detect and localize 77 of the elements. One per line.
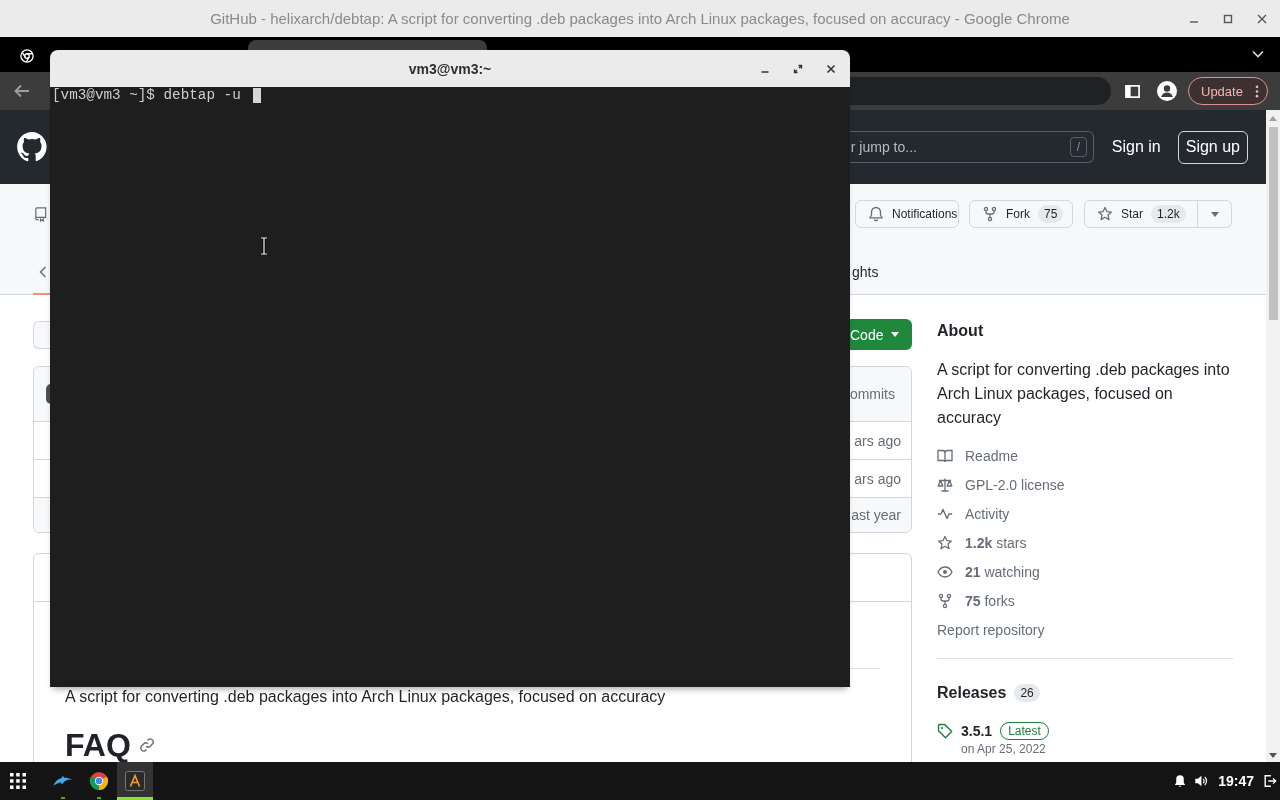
clock[interactable]: 19:47 bbox=[1218, 773, 1254, 789]
repo-icon bbox=[33, 206, 48, 222]
scroll-down-icon[interactable] bbox=[1269, 753, 1277, 758]
update-button[interactable]: Update bbox=[1188, 77, 1268, 105]
back-arrow-icon[interactable] bbox=[14, 83, 30, 99]
file-date: ars ago bbox=[854, 470, 901, 487]
app-grid-icon[interactable] bbox=[10, 773, 26, 789]
bell-icon[interactable] bbox=[1173, 774, 1188, 788]
star-icon bbox=[937, 535, 953, 551]
chevron-down-icon[interactable] bbox=[1252, 50, 1264, 58]
sign-in-link[interactable]: Sign in bbox=[1111, 138, 1161, 156]
close-icon[interactable] bbox=[826, 63, 836, 74]
section-heading: Releases bbox=[937, 683, 1007, 703]
more-icon bbox=[1255, 84, 1259, 98]
fork-icon bbox=[982, 206, 998, 222]
letter-a-tile-icon bbox=[125, 771, 145, 791]
tag-icon bbox=[937, 723, 953, 739]
book-icon bbox=[937, 448, 953, 464]
profile-icon[interactable] bbox=[1157, 81, 1177, 101]
repo-action-button[interactable]: Notifications bbox=[855, 200, 959, 228]
taskbar-app[interactable] bbox=[117, 762, 153, 800]
terminal-cursor bbox=[252, 87, 261, 103]
caret-down-icon bbox=[1210, 211, 1219, 217]
release-link[interactable]: 3.5.1 bbox=[961, 723, 993, 739]
report-link[interactable]: Report repository bbox=[937, 620, 1045, 640]
nav-tab[interactable]: ghts bbox=[852, 264, 879, 280]
commits-link[interactable]: ommits bbox=[849, 386, 895, 402]
fork-icon bbox=[937, 593, 953, 609]
about-link[interactable]: 21 watching bbox=[937, 562, 1040, 582]
logout-icon[interactable] bbox=[1263, 774, 1277, 788]
readme-text: A script for converting .deb packages into Arch Linux packages, focused on accuracy bbox=[65, 687, 667, 707]
star-icon bbox=[1097, 206, 1113, 222]
code-button[interactable]: Code bbox=[849, 319, 912, 350]
pulse-icon bbox=[937, 506, 953, 522]
shortcut-key: / bbox=[1069, 137, 1087, 157]
file-date: ars ago bbox=[854, 432, 901, 449]
terminal-line: [vm3@vm3 ~]$ debtap -u bbox=[52, 87, 241, 103]
scrollbar[interactable] bbox=[1266, 110, 1280, 762]
repo-action-button[interactable]: Fork 75 bbox=[969, 200, 1073, 228]
maximize-icon[interactable] bbox=[793, 63, 803, 74]
close-icon[interactable] bbox=[1257, 13, 1267, 24]
cat-logo-icon[interactable] bbox=[16, 131, 48, 163]
side-panel-icon[interactable] bbox=[1125, 83, 1140, 99]
running-indicator-icon bbox=[61, 797, 65, 799]
speaker-icon[interactable] bbox=[1194, 774, 1209, 788]
chrome-logo-icon bbox=[20, 49, 34, 63]
sign-up-button[interactable]: Sign up bbox=[1177, 130, 1248, 164]
scale-icon bbox=[937, 477, 953, 493]
window-title: GitHub - helixarch/debtap: A script for converting .deb packages into Arch Linux packages, focused on accuracy - Google Chrome bbox=[210, 10, 1070, 27]
repo-action-button[interactable]: Star 1.2k bbox=[1084, 200, 1198, 228]
counter: 1.2k bbox=[1151, 205, 1186, 223]
readme-heading: FAQ bbox=[65, 728, 131, 762]
file-date: ast year bbox=[851, 507, 901, 523]
star-dropdown-button[interactable] bbox=[1198, 200, 1232, 228]
tab-underline bbox=[33, 293, 50, 295]
terminal-title: vm3@vm3:~ bbox=[408, 60, 492, 77]
release-date: on Apr 25, 2022 bbox=[961, 741, 1047, 757]
counter: 75 bbox=[1038, 205, 1064, 223]
counter: 26 bbox=[1014, 684, 1040, 702]
about-link[interactable]: GPL-2.0 license bbox=[937, 475, 1065, 495]
about-link[interactable]: 75 forks bbox=[937, 591, 1015, 611]
running-indicator-icon bbox=[97, 797, 101, 799]
caret-down-icon bbox=[891, 332, 900, 337]
repo-description: A script for converting .deb packages into Arch Linux packages, focused on accuracy bbox=[937, 360, 1231, 428]
active-indicator bbox=[117, 797, 153, 800]
link-icon[interactable] bbox=[138, 737, 155, 753]
about-link[interactable]: Readme bbox=[937, 446, 1018, 466]
eye-icon bbox=[937, 564, 953, 580]
section-heading: About bbox=[937, 321, 985, 341]
about-link[interactable]: Activity bbox=[937, 504, 1010, 524]
scrollbar-thumb[interactable] bbox=[1268, 127, 1278, 320]
bell-icon bbox=[868, 206, 884, 222]
chevron-left-icon[interactable] bbox=[39, 266, 47, 278]
chrome-logo-icon bbox=[89, 771, 109, 791]
maximize-icon[interactable] bbox=[1223, 13, 1233, 24]
text-cursor-icon bbox=[260, 237, 268, 255]
about-link[interactable]: 1.2k stars bbox=[937, 533, 1027, 553]
